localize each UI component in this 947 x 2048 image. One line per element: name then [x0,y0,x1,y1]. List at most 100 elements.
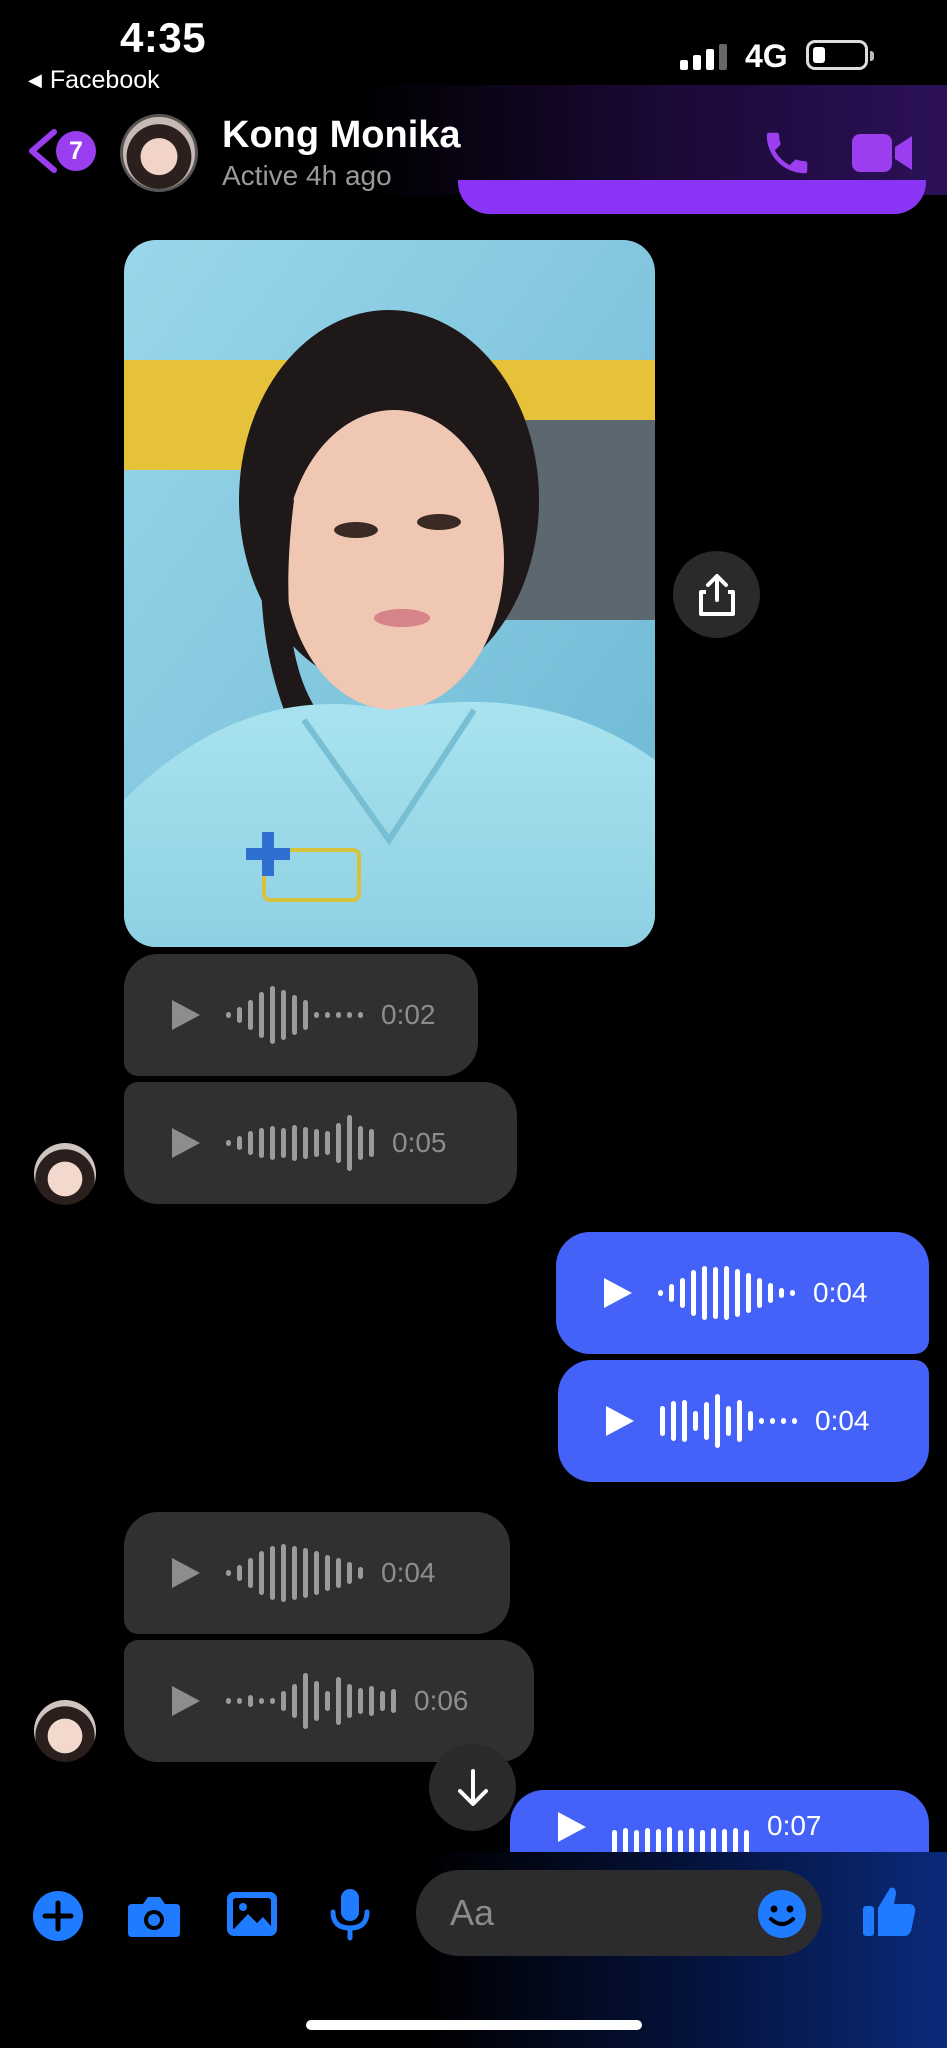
waveform-bar [292,1125,297,1161]
waveform-bar [325,1012,330,1018]
waveform-bar [715,1394,720,1448]
waveform-bar [325,1691,330,1711]
waveform-bar [248,1695,253,1707]
voice-message-bubble[interactable]: 0:04 [124,1512,510,1634]
waveform [226,980,363,1050]
waveform-bar [347,1012,352,1018]
waveform-bar [680,1278,685,1308]
waveform-bar [781,1418,786,1424]
voice-duration: 0:06 [414,1685,469,1716]
play-icon[interactable] [554,1810,588,1844]
waveform-bar [735,1269,740,1317]
waveform-bar [391,1689,396,1713]
previous-message-bubble [458,180,926,214]
voice-message-bubble[interactable]: 0:05 [124,1082,517,1204]
waveform-bar [660,1406,665,1436]
waveform-bar [303,1548,308,1598]
play-icon[interactable] [168,1556,202,1590]
waveform-bar [704,1402,709,1440]
waveform-bar [358,1688,363,1714]
waveform-bar [281,990,286,1040]
waveform-bar [226,1140,231,1146]
waveform-bar [259,1128,264,1158]
waveform-bar [248,1558,253,1588]
signal-icon [680,44,727,70]
waveform [226,1108,374,1178]
waveform-bar [248,1000,253,1030]
waveform-bar [759,1418,764,1424]
contact-avatar[interactable] [120,114,198,192]
emoji-icon[interactable] [756,1888,808,1940]
gallery-icon[interactable] [224,1886,280,1942]
back-chevron-icon[interactable] [26,128,60,174]
waveform-bar [259,1698,264,1704]
waveform-bar [325,1131,330,1155]
waveform-bar [790,1290,795,1296]
waveform-bar [770,1418,775,1424]
phone-call-icon[interactable] [760,126,814,180]
voice-duration: 0:04 [381,1557,436,1588]
play-icon[interactable] [168,1126,202,1160]
play-icon[interactable] [600,1276,634,1310]
waveform [658,1258,795,1328]
waveform-bar [682,1400,687,1442]
waveform-bar [292,1684,297,1718]
waveform-bar [259,1551,264,1595]
voice-duration: 0:07 [767,1810,822,1841]
waveform [226,1538,363,1608]
waveform-bar [226,1570,231,1576]
waveform-bar [314,1012,319,1018]
contact-name[interactable]: Kong Monika [222,114,461,157]
waveform-bar [748,1411,753,1431]
contact-avatar-small[interactable] [34,1700,96,1762]
photo-message[interactable] [124,240,655,947]
waveform-bar [303,1127,308,1159]
play-icon[interactable] [168,1684,202,1718]
voice-message-bubble[interactable]: 0:02 [124,954,478,1076]
waveform-bar [768,1283,773,1303]
home-indicator [306,2020,642,2030]
waveform-bar [259,992,264,1038]
waveform-bar [779,1288,784,1298]
voice-message-bubble[interactable]: 0:04 [558,1360,929,1482]
video-call-icon[interactable] [852,130,912,176]
waveform-bar [369,1686,374,1716]
waveform-bar [270,1126,275,1160]
thumbs-up-icon[interactable] [860,1882,918,1940]
waveform-bar [693,1411,698,1431]
play-icon[interactable] [168,998,202,1032]
voice-message-bubble[interactable]: 0:07 [510,1790,929,1863]
waveform-bar [336,1012,341,1018]
waveform-bar [336,1123,341,1163]
waveform-bar [671,1401,676,1441]
waveform-bar [303,1673,308,1729]
microphone-icon[interactable] [322,1886,378,1942]
waveform-bar [237,1007,242,1023]
voice-duration: 0:04 [815,1405,870,1436]
waveform-bar [270,1698,275,1704]
plus-icon[interactable] [30,1888,86,1944]
play-icon[interactable] [602,1404,636,1438]
waveform-bar [314,1681,319,1721]
voice-duration: 0:05 [392,1127,447,1158]
camera-icon[interactable] [126,1888,182,1944]
network-type: 4G [745,38,788,74]
waveform-bar [248,1131,253,1155]
waveform-bar [746,1273,751,1313]
waveform-bar [270,1546,275,1600]
waveform-bar [358,1567,363,1579]
waveform-bar [658,1290,663,1296]
waveform-bar [270,986,275,1044]
voice-message-bubble[interactable]: 0:04 [556,1232,929,1354]
waveform-bar [726,1406,731,1436]
contact-avatar-small[interactable] [34,1143,96,1205]
waveform-bar [713,1267,718,1319]
waveform-bar [281,1128,286,1158]
unread-count-badge[interactable]: 7 [56,131,96,171]
waveform-bar [314,1551,319,1595]
waveform-bar [724,1266,729,1320]
status-time: 4:35 [120,14,207,61]
share-button[interactable] [673,551,760,638]
waveform-bar [369,1129,374,1157]
scroll-to-bottom-button[interactable] [429,1744,516,1831]
